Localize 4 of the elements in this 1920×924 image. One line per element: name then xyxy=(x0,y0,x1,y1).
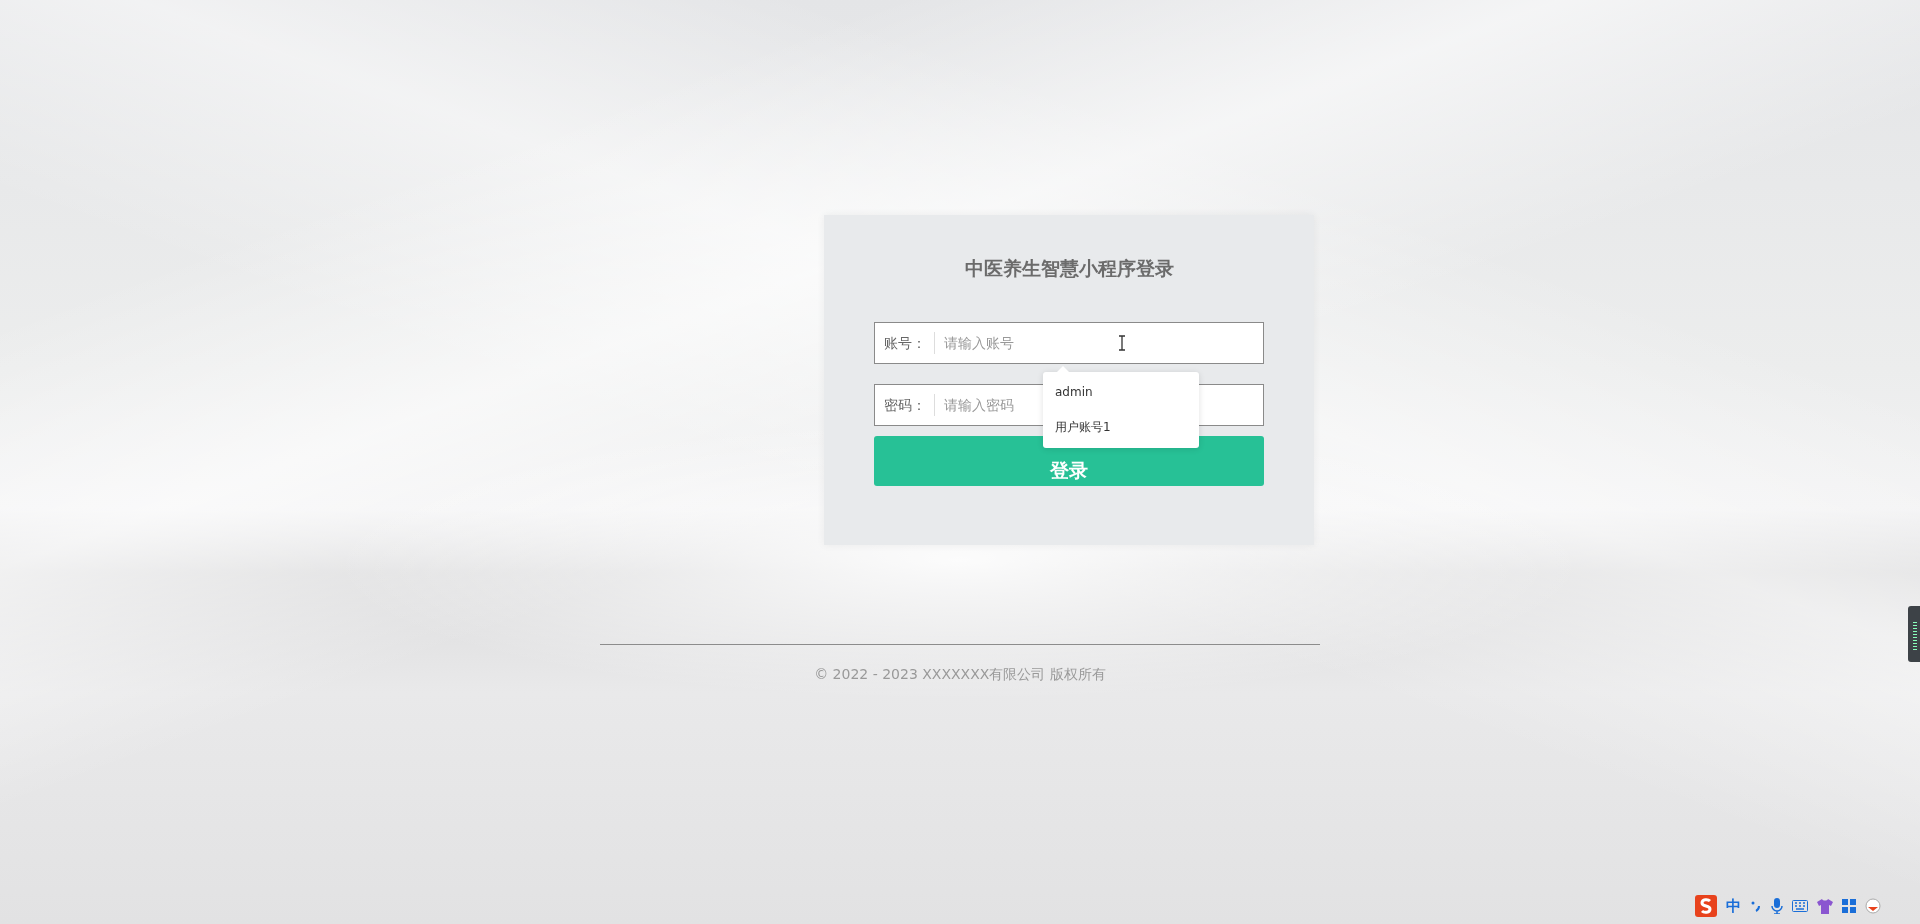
copyright-text: © 2022 - 2023 XXXXXXX有限公司 版权所有 xyxy=(813,666,1107,684)
field-label: 密码： xyxy=(875,394,935,416)
field-label: 账号： xyxy=(875,332,935,354)
login-title: 中医养生智慧小程序登录 xyxy=(963,256,1175,281)
